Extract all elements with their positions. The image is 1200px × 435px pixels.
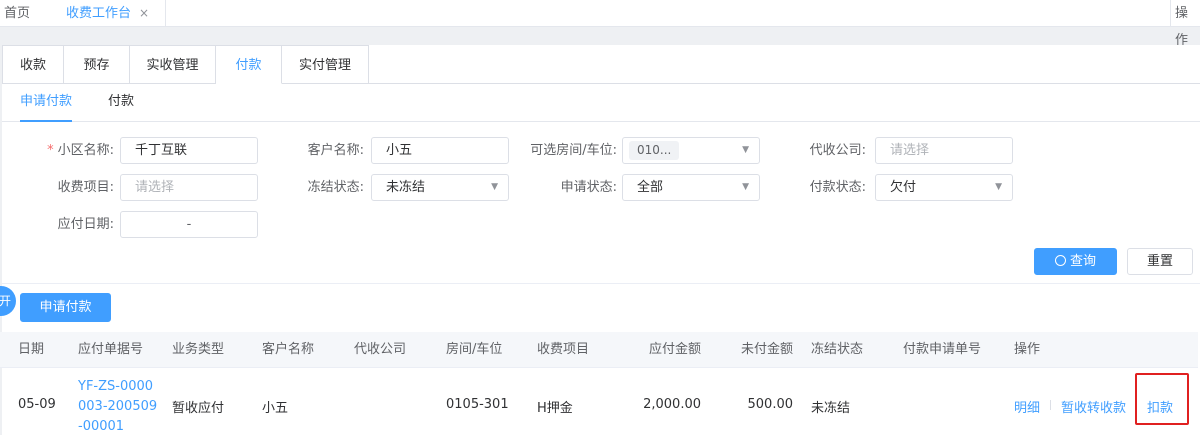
section-divider bbox=[2, 283, 1200, 284]
agency-select[interactable]: 请选择 bbox=[875, 137, 1013, 164]
fee-item-select[interactable]: 请选择 bbox=[120, 174, 258, 201]
col-apply-no: 付款申请单号 bbox=[903, 342, 982, 357]
chevron-down-icon: ▼ bbox=[491, 182, 498, 192]
apply-payment-button[interactable]: 申请付款 bbox=[20, 293, 111, 322]
customer-input[interactable]: 小五 bbox=[371, 137, 509, 164]
row-doc-no-link[interactable]: YF-ZS-0000 003-200509 -00001 bbox=[78, 377, 157, 435]
reset-button[interactable]: 重置 bbox=[1127, 248, 1193, 275]
row-unpaid-amount: 500.00 bbox=[747, 397, 794, 412]
required-mark: * bbox=[47, 143, 54, 158]
room-label: 可选房间/车位: bbox=[530, 143, 617, 158]
table-header: 日期 应付单据号 业务类型 客户名称 代收公司 房间/车位 收费项目 应付金额 … bbox=[0, 332, 1198, 368]
chevron-down-icon: ▼ bbox=[742, 145, 749, 155]
col-fee-item: 收费项目 bbox=[537, 342, 590, 357]
tab-payment[interactable]: 付款 bbox=[216, 45, 282, 84]
col-doc-no: 应付单据号 bbox=[78, 342, 144, 357]
apply-status-select[interactable]: 全部 ▼ bbox=[622, 174, 760, 201]
top-tab-home[interactable]: 首页 bbox=[4, 0, 30, 27]
row-room: 0105-301 bbox=[446, 397, 509, 412]
top-ops-menu[interactable]: 操作 bbox=[1170, 0, 1200, 48]
room-chip[interactable]: 010... bbox=[629, 141, 680, 160]
chevron-down-icon: ▼ bbox=[742, 182, 749, 192]
search-icon bbox=[1054, 255, 1066, 266]
tab-paid-mgmt[interactable]: 实付管理 bbox=[282, 45, 369, 84]
col-room: 房间/车位 bbox=[446, 342, 503, 357]
tab-received-mgmt[interactable]: 实收管理 bbox=[130, 45, 216, 84]
action-separator bbox=[1050, 400, 1051, 410]
agency-label: 代收公司: bbox=[809, 143, 866, 158]
close-icon[interactable]: × bbox=[139, 6, 149, 20]
row-doc-no-line: YF-ZS-0000 bbox=[78, 379, 154, 394]
col-customer: 客户名称 bbox=[262, 342, 315, 357]
row-biz-type: 暂收应付 bbox=[172, 401, 225, 416]
sub-tabs: 申请付款 付款 bbox=[2, 84, 1200, 122]
col-date: 日期 bbox=[18, 342, 45, 357]
detail-link[interactable]: 明细 bbox=[1014, 397, 1040, 416]
pay-status-select[interactable]: 欠付 ▼ bbox=[875, 174, 1013, 201]
temp-to-receipt-link[interactable]: 暂收转收款 bbox=[1061, 397, 1126, 416]
top-tabbar: 首页 收费工作台 × 操作 bbox=[0, 0, 1200, 48]
customer-label: 客户名称: bbox=[307, 143, 364, 158]
col-freeze: 冻结状态 bbox=[811, 342, 864, 357]
tab-collect[interactable]: 收款 bbox=[2, 45, 64, 84]
community-label: * 小区名称: bbox=[22, 138, 114, 164]
top-tab-workbench[interactable]: 收费工作台 × bbox=[44, 0, 166, 27]
fee-item-label: 收费项目: bbox=[57, 180, 114, 195]
row-customer: 小五 bbox=[262, 401, 289, 416]
row-fee-item: H押金 bbox=[537, 401, 573, 416]
row-doc-no-line: 003-200509 bbox=[78, 399, 158, 414]
room-select[interactable]: 010... ▼ bbox=[622, 137, 760, 164]
col-actions: 操作 bbox=[1014, 342, 1041, 357]
top-tab-workbench-label: 收费工作台 bbox=[66, 6, 132, 21]
col-unpaid-amount: 未付金额 bbox=[741, 342, 794, 357]
community-label-text: 小区名称: bbox=[57, 143, 114, 158]
subtab-apply-payment[interactable]: 申请付款 bbox=[20, 84, 73, 122]
apply-status-value: 全部 bbox=[637, 180, 664, 195]
freeze-label: 冻结状态: bbox=[307, 180, 364, 195]
row-freeze: 未冻结 bbox=[811, 401, 851, 416]
apply-status-label: 申请状态: bbox=[560, 180, 617, 195]
row-doc-no-line: -00001 bbox=[78, 419, 125, 434]
freeze-select[interactable]: 未冻结 ▼ bbox=[371, 174, 509, 201]
pay-status-value: 欠付 bbox=[890, 180, 917, 195]
query-button-label: 查询 bbox=[1069, 254, 1096, 269]
col-agency: 代收公司 bbox=[354, 342, 407, 357]
freeze-value: 未冻结 bbox=[386, 180, 426, 195]
main-tabs: 收款 预存 实收管理 付款 实付管理 bbox=[2, 45, 369, 84]
subtab-payment[interactable]: 付款 bbox=[108, 84, 134, 122]
highlight-box bbox=[1135, 373, 1189, 425]
col-due-amount: 应付金额 bbox=[649, 342, 702, 357]
pay-status-label: 付款状态: bbox=[809, 180, 866, 195]
col-biz-type: 业务类型 bbox=[172, 342, 225, 357]
due-date-label: 应付日期: bbox=[57, 217, 114, 232]
tab-prestore[interactable]: 预存 bbox=[64, 45, 130, 84]
row-date: 05-09 bbox=[18, 397, 56, 412]
main-card: 收款 预存 实收管理 付款 实付管理 申请付款 付款 * 小区名称: 千丁互联 客… bbox=[2, 45, 1200, 435]
chevron-down-icon: ▼ bbox=[995, 182, 1002, 192]
community-input[interactable]: 千丁互联 bbox=[120, 137, 258, 164]
row-due-amount: 2,000.00 bbox=[643, 397, 701, 412]
query-button[interactable]: 查询 bbox=[1034, 248, 1117, 275]
due-date-range[interactable]: - bbox=[120, 211, 258, 238]
